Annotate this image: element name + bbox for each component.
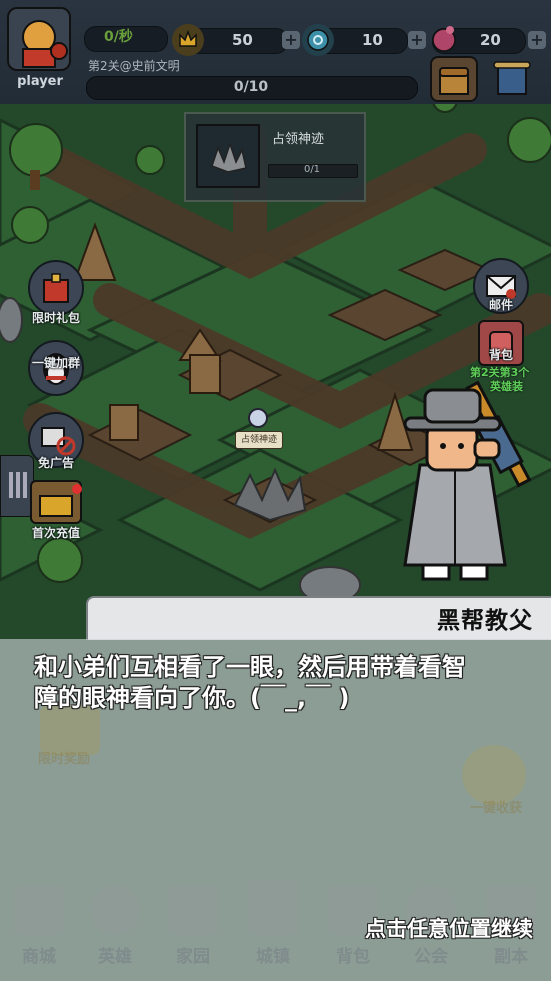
wonder-popup-title: 占领神迹 [272,132,325,147]
gangster-character [403,380,532,581]
wonder-progress-text: 0/1 [303,164,321,175]
warrior-portrait-icon [22,20,68,68]
crown-add-button[interactable]: + [282,31,300,49]
crown-value: 50 [232,31,253,49]
wonder-popup[interactable]: 占领神迹 0/1 [184,112,366,202]
stage-name: 第2关@史前文明 [88,59,180,73]
town-icon[interactable] [248,880,298,935]
nav-bag-label[interactable]: 背包 [323,942,383,967]
gift-bag-icon [43,273,69,303]
nav-town-label[interactable]: 城镇 [243,942,303,967]
menu-bars-icon [9,472,27,498]
scroll-icon [493,61,531,95]
hero-icon[interactable] [90,885,140,935]
stage-progress-text: 0/10 [233,79,269,95]
limited-gift-label: 限时礼包 [31,311,80,325]
faded-harvest-label: 一键收获 [470,801,523,816]
treasure-chest-icon [439,67,469,95]
gem-value: 10 [362,31,383,49]
dialog-text-line-2: 障的眼神看向了你。(￣_,￣ ) [34,684,350,712]
player-name: player [17,74,63,89]
mail-label: 邮件 [488,298,513,312]
join-group-label: 一键加群 [31,356,80,370]
crown-icon [172,24,204,56]
nav-shop-label[interactable]: 商城 [9,942,69,967]
gem-add-button[interactable]: + [408,31,426,49]
side-drawer-handle[interactable] [0,455,34,517]
stone-wonder-icon [211,141,247,173]
nav-dungeon-label[interactable]: 副本 [481,942,541,967]
notification-dot [72,484,82,494]
treasure-chest-button[interactable] [430,56,478,102]
speaker-name: 黑帮教父 [437,608,533,634]
wonder-thumbnail [196,124,260,188]
backpack-label: 背包 [488,348,513,362]
player-avatar[interactable] [7,7,71,71]
scroll-button[interactable] [488,56,536,102]
shop-icon[interactable] [14,885,64,935]
wonder-map-label[interactable]: 占领神迹 [235,431,283,449]
faded-harvest-icon [462,745,526,805]
faded-limited-reward-label: 限时奖励 [38,752,91,767]
nav-guild-label[interactable]: 公会 [401,942,461,967]
gem-swirl-icon [302,24,334,56]
wonder-map-label-text: 占领神迹 [240,435,277,445]
nav-hero-label[interactable]: 英雄 [85,942,145,967]
dialog-text-line-1: 和小弟们互相看了一眼，然后用带着看智 [34,653,466,681]
nav-home-label[interactable]: 家园 [163,942,223,967]
heart-add-button[interactable]: + [528,31,546,49]
production-rate: 0/秒 [104,29,133,45]
home-icon[interactable] [168,885,218,935]
game-screen[interactable]: 占领神迹 player 0/秒 50 + 10 + 20 + 第2关@史前文明 … [0,0,551,981]
tap-to-continue-hint[interactable]: 点击任意位置继续 [365,913,533,943]
heart-gem-icon [428,22,460,54]
limited-gift-button[interactable] [28,260,84,316]
first-recharge-label: 首次充值 [31,526,80,540]
dialog-text: 和小弟们互相看了一眼，然后用带着看智 障的眼神看向了你。(￣_,￣ ) [34,652,524,714]
heart-value: 20 [480,31,501,49]
